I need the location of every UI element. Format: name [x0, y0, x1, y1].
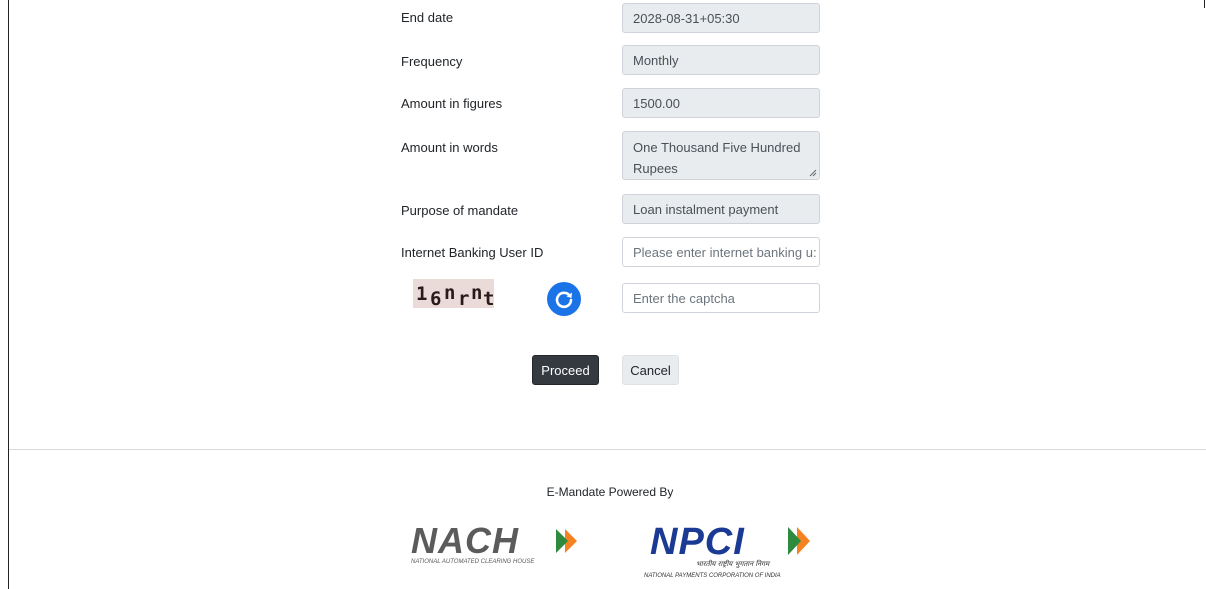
amount-words-label: Amount in words: [401, 140, 498, 155]
captcha-char: r: [458, 288, 470, 310]
frequency-label: Frequency: [401, 54, 463, 69]
window-border-left: [8, 0, 9, 589]
amount-words-value: One Thousand Five Hundred Rupees: [633, 140, 801, 176]
powered-by-text: E-Mandate Powered By: [546, 485, 674, 499]
nach-wordmark: NACH: [411, 521, 519, 561]
npci-tagline: NATIONAL PAYMENTS CORPORATION OF INDIA: [644, 573, 781, 579]
purpose-field: Loan instalment payment: [622, 194, 820, 224]
user-id-label: Internet Banking User ID: [401, 245, 544, 260]
amount-figures-label: Amount in figures: [401, 96, 503, 111]
resize-grip-icon[interactable]: [809, 169, 817, 177]
cancel-button[interactable]: Cancel: [622, 355, 679, 385]
purpose-label: Purpose of mandate: [401, 203, 519, 218]
captcha-image: 1 6 n r n t: [413, 279, 495, 310]
amount-figures-field: 1500.00: [622, 88, 820, 118]
amount-words-field: One Thousand Five Hundred Rupees: [622, 131, 820, 180]
captcha-char: 1: [416, 283, 428, 305]
nach-tagline: NATIONAL AUTOMATED CLEARING HOUSE: [411, 559, 535, 565]
proceed-button[interactable]: Proceed: [532, 355, 599, 385]
captcha-char: n: [444, 282, 456, 304]
npci-logo: NPCI भारतीय राष्ट्रीय भुगतान निगम NATION…: [644, 521, 810, 579]
captcha-input[interactable]: Enter the captcha: [622, 283, 820, 313]
user-id-input[interactable]: Please enter internet banking u:: [622, 237, 820, 267]
npci-hindi-text: भारतीय राष्ट्रीय भुगतान निगम: [696, 559, 771, 568]
captcha-refresh-button[interactable]: [547, 282, 581, 316]
frequency-field: Monthly: [622, 45, 820, 75]
footer-divider: [9, 449, 1206, 450]
captcha-char: t: [483, 288, 495, 310]
window-border-right: [1204, 0, 1205, 8]
end-date-field: 2028-08-31+05:30: [622, 3, 820, 33]
npci-wordmark: NPCI: [650, 521, 745, 563]
captcha-char: n: [471, 282, 483, 304]
end-date-label: End date: [401, 10, 454, 25]
captcha-char: 6: [430, 288, 442, 310]
nach-logo: NACH NATIONAL AUTOMATED CLEARING HOUSE: [411, 521, 577, 565]
refresh-icon: [555, 291, 573, 309]
